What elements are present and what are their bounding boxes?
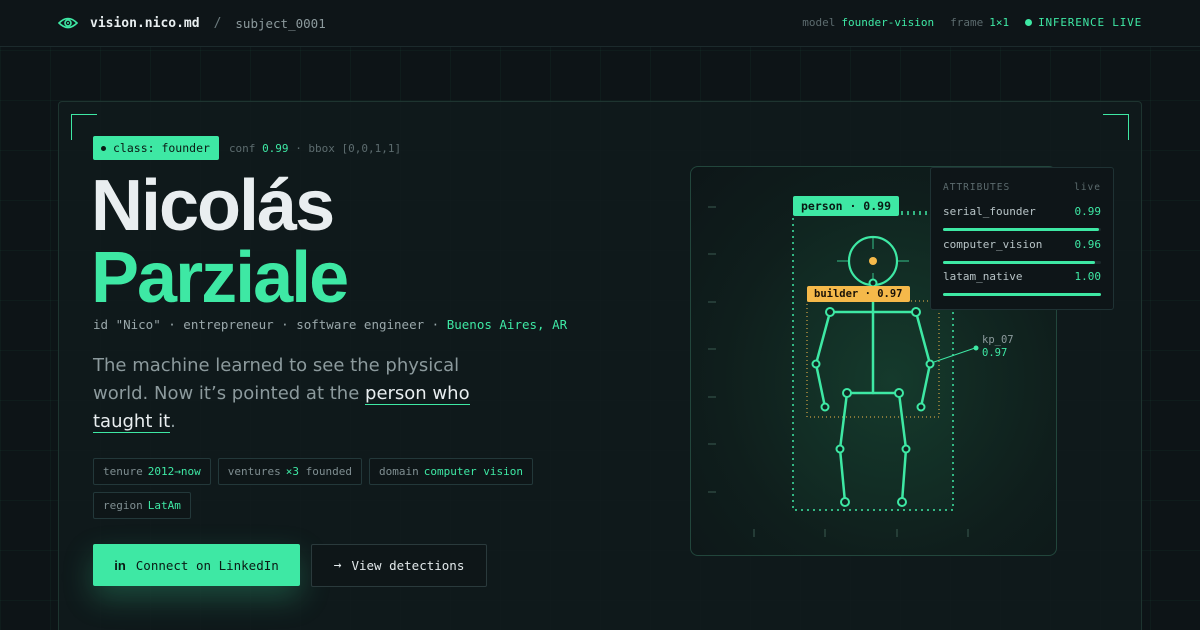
frame-value: 1×1 xyxy=(989,16,1010,29)
chip-domain: domain computer vision xyxy=(368,458,534,485)
keypoint-confidence: 0.97 xyxy=(982,347,1008,359)
model-key: model xyxy=(802,16,836,29)
arrow-right-icon: → xyxy=(333,558,342,573)
attributes-header: ATTRIBUTES live xyxy=(943,182,1101,193)
live-indicator-icon xyxy=(1025,19,1033,26)
head-center xyxy=(869,257,877,265)
top-bar: vision.nico.md / subject_0001 model foun… xyxy=(0,0,1200,47)
chip-key: region xyxy=(103,499,143,512)
attribute-value: 0.99 xyxy=(1074,205,1102,218)
conf-value: 0.99 xyxy=(262,141,289,155)
chip-value: 2012→now xyxy=(147,465,201,478)
keypoint-label: kp_07 0.97 xyxy=(982,334,1014,360)
model-value: founder-vision xyxy=(841,16,935,29)
chip-suffix: founded xyxy=(305,465,352,478)
conf-key: conf xyxy=(228,141,256,155)
brand-name: vision.nico.md xyxy=(90,15,200,31)
last-name: Parziale xyxy=(91,238,349,318)
attribute-name: computer_vision xyxy=(943,238,1043,251)
attributes-status: live xyxy=(1074,182,1101,193)
linkedin-icon: in xyxy=(114,557,126,573)
chip-key: tenure xyxy=(103,465,143,478)
breadcrumb-subject[interactable]: subject_0001 xyxy=(235,16,325,31)
location: Buenos Aires, AR xyxy=(446,317,568,332)
view-detections-button[interactable]: → View detections xyxy=(311,544,487,587)
confidence-readout: conf 0.99 · bbox [0,0,1,1] xyxy=(229,142,401,155)
bbox-text: · bbox [0,0,1,1] xyxy=(295,141,402,155)
brand[interactable]: vision.nico.md / subject_0001 xyxy=(58,13,326,33)
breadcrumb-separator: / xyxy=(213,15,222,31)
attribute-computer-vision: computer_vision 0.96 xyxy=(943,238,1101,264)
identity-text: id "Nico" · entrepreneur · software engi… xyxy=(93,317,440,332)
classification-row: class: founder conf 0.99 · bbox [0,0,1,1… xyxy=(93,136,401,160)
attribute-serial-founder: serial_founder 0.99 xyxy=(943,205,1101,231)
connect-linkedin-button[interactable]: in Connect on LinkedIn xyxy=(93,544,300,586)
chip-key: domain xyxy=(378,465,419,478)
corner-bracket-top-right xyxy=(1103,114,1129,140)
person-label: person · 0.99 xyxy=(793,196,900,216)
class-badge-label: class: founder xyxy=(113,141,210,155)
hero-panel: class: founder conf 0.99 · bbox [0,0,1,1… xyxy=(58,101,1142,630)
chip-region: region LatAm xyxy=(93,492,191,519)
attribute-bar xyxy=(943,228,1101,231)
attribute-value: 0.96 xyxy=(1074,238,1102,251)
builder-label: builder · 0.97 xyxy=(807,286,910,302)
attribute-name: serial_founder xyxy=(943,205,1036,218)
attribute-bar xyxy=(943,293,1101,296)
chip-value: LatAm xyxy=(147,499,181,512)
view-detections-label: View detections xyxy=(351,558,465,573)
chip-ventures: ventures ×3 founded xyxy=(217,458,362,485)
attribute-name: latam_native xyxy=(943,270,1023,283)
dot-icon xyxy=(101,145,106,151)
chip-value: ×3 xyxy=(285,465,299,478)
eye-icon xyxy=(58,13,78,33)
chip-tenure: tenure 2012→now xyxy=(93,458,211,485)
tagline-end: . xyxy=(170,411,176,432)
stat-chips: tenure 2012→now ventures ×3 founded domain… xyxy=(93,458,563,519)
keypoint-name: kp_07 xyxy=(982,334,1014,346)
chip-value: computer vision xyxy=(423,465,524,478)
chip-key: ventures xyxy=(227,465,281,478)
attribute-bar-fill xyxy=(943,261,1095,264)
connect-linkedin-label: Connect on LinkedIn xyxy=(135,557,279,573)
first-name: Nicolás xyxy=(91,166,335,246)
attribute-value: 1.00 xyxy=(1074,270,1102,283)
inference-status: INFERENCE LIVE xyxy=(1038,16,1142,29)
attribute-bar-fill xyxy=(943,293,1101,296)
identity-line: id "Nico" · entrepreneur · software engi… xyxy=(93,317,567,332)
attribute-bar xyxy=(943,261,1101,264)
attributes-card: ATTRIBUTES live serial_founder 0.99 compu… xyxy=(930,167,1114,310)
attributes-title: ATTRIBUTES xyxy=(943,182,1011,193)
model-status: model founder-vision frame 1×1 INFERENCE… xyxy=(802,16,1142,29)
frame-key: frame xyxy=(950,16,984,29)
class-badge: class: founder xyxy=(93,136,219,160)
tagline: The machine learned to see the physical … xyxy=(93,352,473,436)
attribute-bar-fill xyxy=(943,228,1100,231)
attribute-latam-native: latam_native 1.00 xyxy=(943,270,1101,296)
